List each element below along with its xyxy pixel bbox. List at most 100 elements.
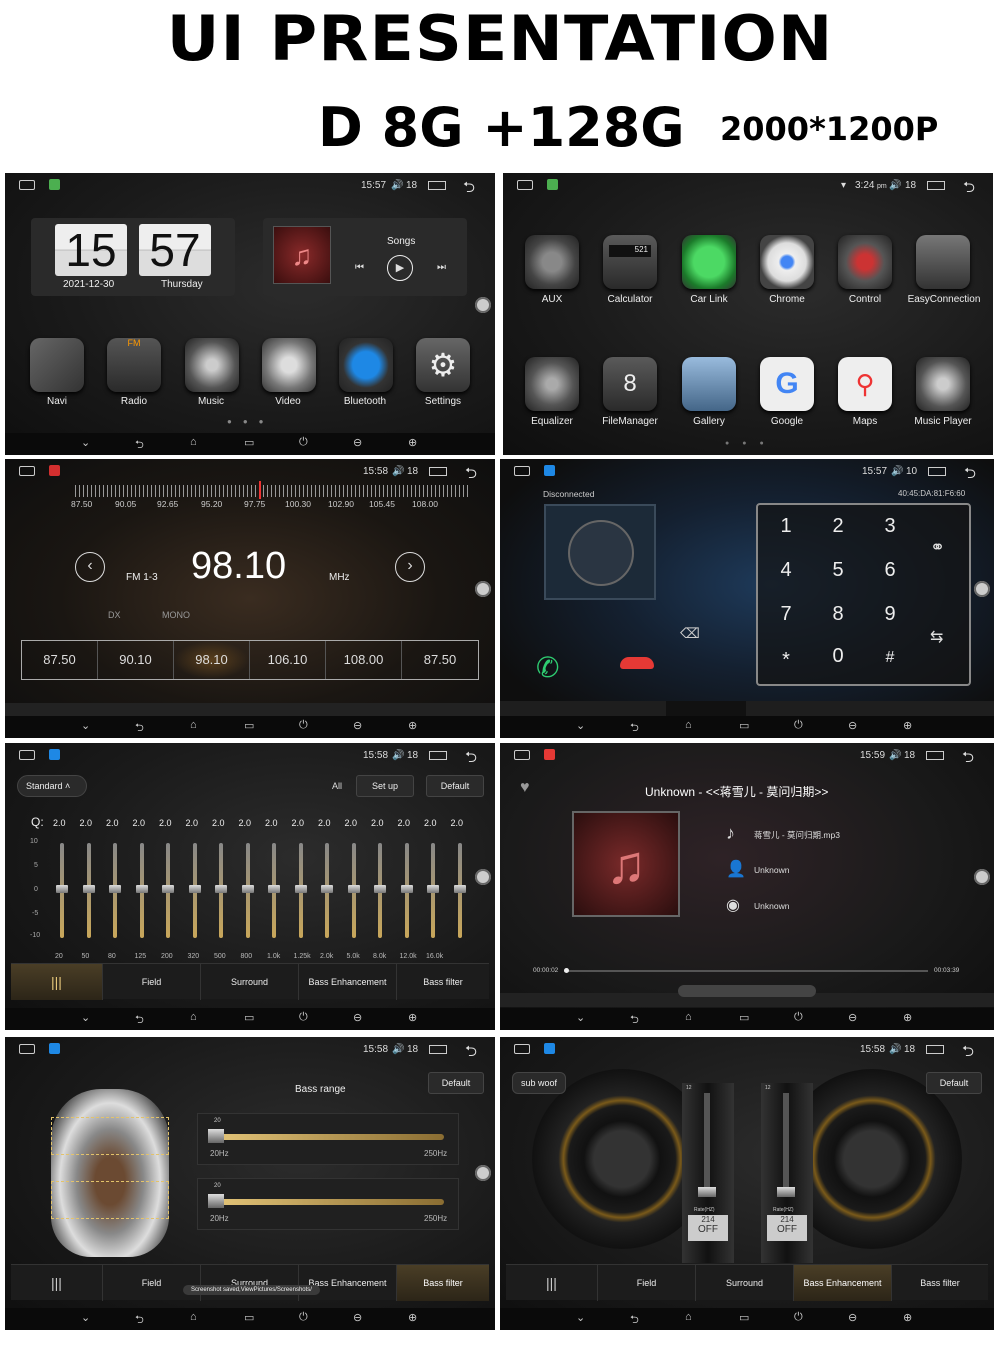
home-window-icon[interactable] [19,466,35,476]
preset-button[interactable]: 87.50 [22,641,98,679]
volume-down-icon[interactable]: ⊖ [848,719,857,732]
tab-bass-enhancement[interactable]: Bass Enhancement [299,964,397,1000]
tab-field[interactable]: Field [103,1265,201,1301]
home-window-icon[interactable] [517,180,533,190]
home-icon[interactable]: ⌂ [190,1311,197,1323]
eq-slider-thumb[interactable] [109,885,121,893]
call-answer-icon[interactable]: ✆ [536,651,559,684]
dial-key[interactable]: 5 [823,559,853,582]
preset-button[interactable]: 90.10 [98,641,174,679]
back-icon[interactable]: ⮌ [135,719,144,738]
window-icon[interactable] [429,1045,447,1054]
eq-slider-thumb[interactable] [453,885,466,893]
back-arrow-icon[interactable]: ⮌ [465,1041,477,1066]
eq-slider-thumb[interactable] [56,885,68,893]
power-icon[interactable]: ⏻ [299,436,308,449]
tab-field[interactable]: Field [598,1265,696,1301]
music-app-icon[interactable] [185,338,239,392]
tab-bass-filter[interactable]: Bass filter [397,964,489,1000]
eq-slider-thumb[interactable] [215,885,227,893]
dial-key[interactable]: 1 [771,515,801,538]
back-icon[interactable]: ⮌ [630,1311,639,1330]
window-icon[interactable] [927,181,945,190]
dial-key[interactable]: 2 [823,515,853,538]
recent-icon[interactable]: ▭ [739,1011,749,1024]
preset-button-active[interactable]: 98.10 [174,641,250,679]
dial-key[interactable]: 9 [875,603,905,626]
recent-icon[interactable]: ▭ [244,719,254,732]
rear-speaker-zone[interactable] [51,1181,169,1219]
preset-button[interactable]: 87.50 [402,641,478,679]
eq-slider-thumb[interactable] [321,885,333,893]
tab-bass-enhancement[interactable]: Bass Enhancement [299,1265,397,1301]
backspace-icon[interactable]: ⌫ [680,625,700,642]
down-icon[interactable]: ⌄ [81,436,90,449]
side-handle[interactable] [475,1165,491,1181]
window-icon[interactable] [429,467,447,476]
back-arrow-icon[interactable]: ⮌ [465,747,477,772]
down-icon[interactable]: ⌄ [576,1011,585,1024]
transfer-audio-icon[interactable]: ⇆ [930,627,943,647]
dial-key[interactable]: * [771,649,801,672]
front-speaker-zone[interactable] [51,1117,169,1155]
power-icon[interactable]: ⏻ [299,719,308,732]
down-icon[interactable]: ⌄ [576,719,585,732]
recent-icon[interactable]: ▭ [244,1011,254,1024]
video-app-icon[interactable] [262,338,316,392]
eq-slider-thumb[interactable] [400,885,413,893]
preset-dropdown[interactable]: Standard ˄ [17,775,87,797]
aux-app-icon[interactable] [525,235,579,289]
power-icon[interactable]: ⏻ [299,1311,308,1324]
filemanager-app-icon[interactable]: 8 [603,357,657,411]
eq-slider-thumb[interactable] [294,885,307,893]
home-window-icon[interactable] [19,750,35,760]
back-icon[interactable]: ⮌ [135,1311,144,1330]
recent-icon[interactable]: ▭ [244,1311,254,1324]
volume-up-icon[interactable]: ⊕ [903,1311,912,1324]
all-toggle[interactable]: All [332,781,342,791]
gallery-app-icon[interactable] [682,357,736,411]
back-icon[interactable]: ⮌ [135,436,144,455]
default-button[interactable]: Default [426,775,484,797]
home-window-icon[interactable] [514,750,530,760]
eq-slider-thumb[interactable] [241,885,254,893]
volume-down-icon[interactable]: ⊖ [353,436,362,449]
tuning-needle[interactable] [259,481,261,499]
home-window-icon[interactable] [19,180,35,190]
power-icon[interactable]: ⏻ [794,719,803,732]
clock-widget[interactable]: 15 57 2021-12-30 Thursday [31,218,235,296]
eq-slider-thumb[interactable] [162,885,174,893]
next-icon[interactable]: ⏭ [437,262,446,273]
seek-next-button[interactable]: › [395,552,425,582]
back-icon[interactable]: ⮌ [630,1011,639,1030]
back-arrow-icon[interactable]: ⮌ [962,1041,974,1066]
eq-slider-thumb[interactable] [82,885,95,893]
side-handle[interactable] [475,869,491,885]
window-icon[interactable] [926,1045,944,1054]
side-handle[interactable] [974,581,990,597]
tab-bass-filter[interactable]: Bass filter [397,1265,489,1301]
down-icon[interactable]: ⌄ [81,1011,90,1024]
default-button[interactable]: Default [926,1072,982,1094]
tab-bass-enhancement[interactable]: Bass Enhancement [794,1265,892,1301]
call-hangup-icon[interactable] [620,657,654,669]
volume-down-icon[interactable]: ⊖ [353,1311,362,1324]
tab-equalizer[interactable]: ||| [11,964,103,1000]
level-track[interactable] [783,1093,789,1193]
dial-key[interactable]: 7 [771,603,801,626]
preset-button[interactable]: 108.00 [326,641,402,679]
home-icon[interactable]: ⌂ [685,1311,692,1323]
tab-equalizer[interactable]: ||| [506,1265,598,1301]
back-arrow-icon[interactable]: ⮌ [964,463,976,488]
dial-key[interactable]: 3 [875,515,905,538]
slider-track[interactable] [208,1134,444,1140]
eq-slider-thumb[interactable] [374,885,386,893]
window-icon[interactable] [429,751,447,760]
power-icon[interactable]: ⏻ [794,1011,803,1024]
home-icon[interactable]: ⌂ [685,719,692,731]
home-icon[interactable]: ⌂ [190,719,197,731]
window-icon[interactable] [928,467,946,476]
level-thumb[interactable] [698,1187,716,1197]
favorite-heart-icon[interactable]: ♥ [520,779,530,797]
eq-slider-thumb[interactable] [268,885,280,893]
